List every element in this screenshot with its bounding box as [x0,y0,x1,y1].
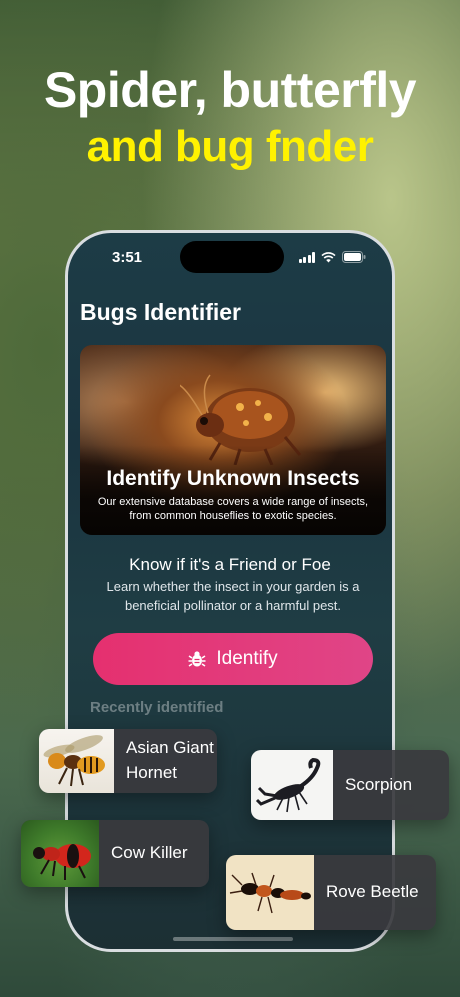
rove-beetle-thumbnail [226,855,314,930]
wifi-icon [321,251,336,263]
recent-card-name: Cow Killer [111,843,188,863]
promo-headline: Spider, butterfly and bug fnder [0,62,460,172]
hero-title: Identify Unknown Insects [106,467,360,490]
recent-card-rove-beetle[interactable]: Rove Beetle [226,855,436,930]
hornet-thumbnail [39,729,114,793]
headline-line-1: Spider, butterfly [43,62,417,118]
cow-killer-thumbnail [21,820,99,887]
headline-line-2: and bug fnder [86,121,374,171]
recent-card-asian-giant-hornet[interactable]: Asian Giant Hornet [39,729,217,793]
signal-icon [298,251,315,263]
recent-card-scorpion[interactable]: Scorpion [251,750,449,820]
status-bar: 3:51 [68,241,392,273]
status-time: 3:51 [112,249,143,266]
hero-description: Our extensive database covers a wide ran… [97,496,369,523]
recent-card-name: Asian Giant Hornet [126,738,214,782]
home-indicator [173,937,293,941]
recent-card-cow-killer[interactable]: Cow Killer [21,820,209,887]
identify-label: Identify [216,648,278,669]
battery-icon [342,251,366,263]
bug-icon [188,651,206,667]
identify-button[interactable]: Identify [93,633,373,685]
section-description: Learn whether the insect in your garden … [106,579,360,613]
recently-identified-label: Recently identified [90,699,224,716]
status-icons [298,251,367,263]
hero-card[interactable]: Identify Unknown Insects Our extensive d… [80,345,386,535]
scorpion-thumbnail [251,750,333,820]
dynamic-island [180,241,284,273]
app-title: Bugs Identifier [80,299,242,325]
recent-card-name: Scorpion [345,774,413,794]
recent-card-name: Rove Beetle [326,882,419,902]
section-title: Know if it's a Friend or Foe [129,555,331,574]
